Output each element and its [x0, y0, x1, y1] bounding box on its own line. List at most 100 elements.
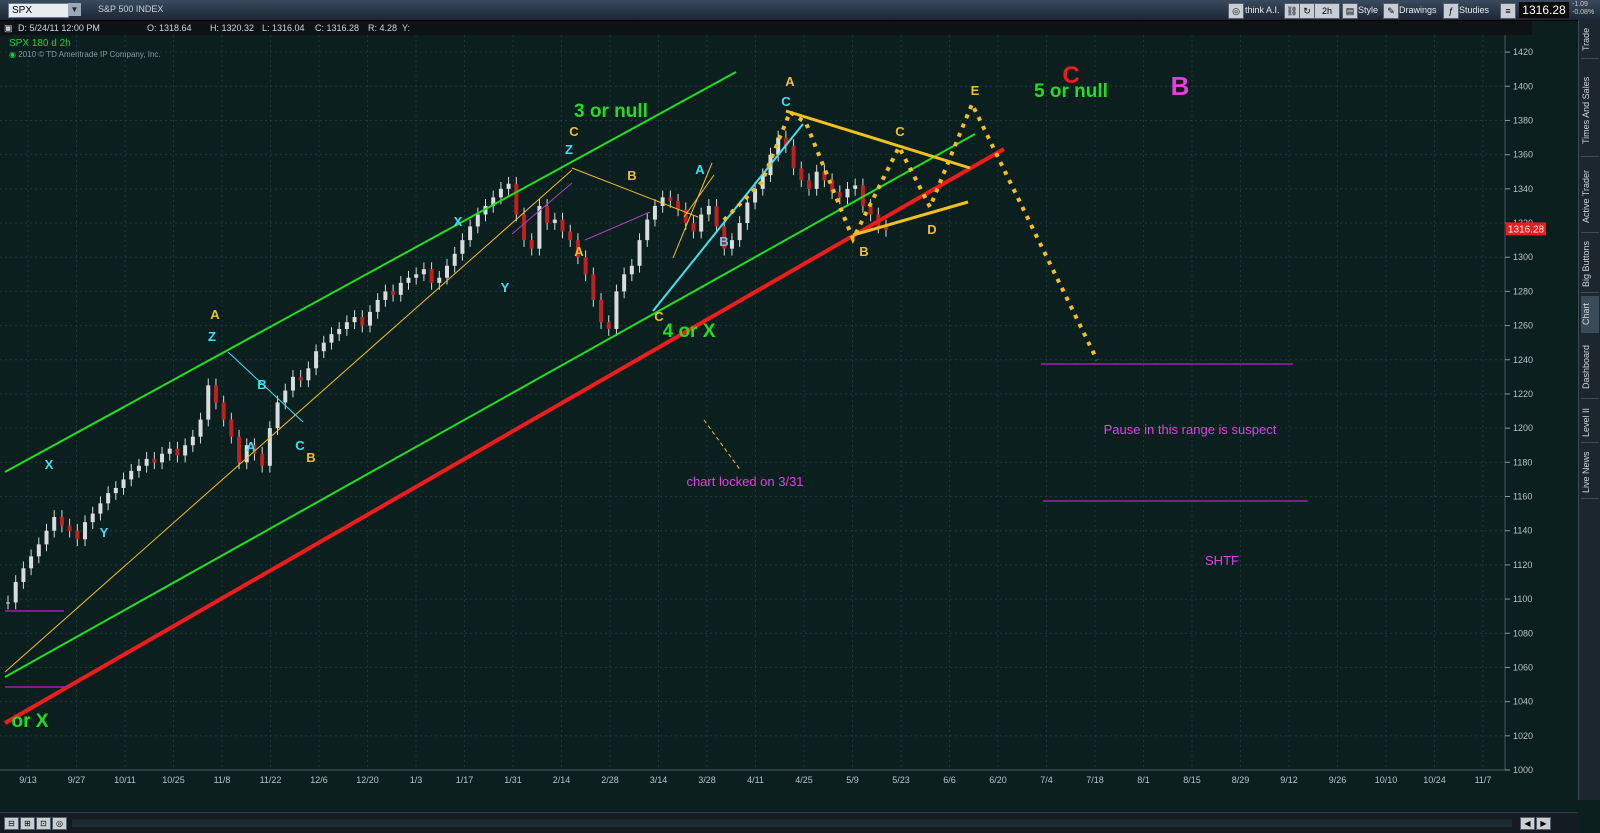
- x-tick-label: 12/6: [310, 775, 328, 785]
- x-tick-label: 6/20: [989, 775, 1007, 785]
- candle-body: [560, 219, 565, 232]
- x-tick-label: 8/15: [1183, 775, 1201, 785]
- x-tick-label: 9/27: [68, 775, 86, 785]
- zoom-out-icon[interactable]: ⊟: [4, 817, 19, 830]
- wave-letter: C: [295, 438, 305, 453]
- y-tick-label: 1060: [1513, 662, 1533, 672]
- wave-letter: A: [695, 162, 705, 177]
- candle-body: [298, 376, 303, 381]
- candle-body: [383, 291, 388, 300]
- candle-body: [475, 214, 480, 227]
- x-tick-label: 3/14: [650, 775, 668, 785]
- wave-letter: Y: [501, 280, 510, 295]
- symbol-dropdown-icon[interactable]: ▼: [68, 3, 81, 16]
- zoom-reset-icon[interactable]: ◎: [52, 817, 67, 830]
- label-big-b: B: [1171, 71, 1190, 101]
- style-icon[interactable]: ▤: [1342, 3, 1358, 19]
- candle-body: [599, 299, 604, 323]
- menu-icon[interactable]: ≡: [1500, 3, 1516, 19]
- candle-body: [352, 317, 357, 323]
- x-tick-label: 1/17: [456, 775, 474, 785]
- sidebar-tab-live-news[interactable]: Live News: [1581, 446, 1599, 499]
- x-tick-label: 10/11: [114, 775, 136, 785]
- sidebar-tab-level-ii[interactable]: Level II: [1581, 402, 1599, 443]
- price-change-points: -1.09: [1572, 1, 1588, 8]
- wave-letter: Z: [565, 142, 573, 157]
- x-tick-label: 5/23: [892, 775, 910, 785]
- sidebar-tab-chart[interactable]: Chart: [1581, 296, 1599, 333]
- candle-body: [360, 317, 365, 326]
- candle-body: [506, 183, 511, 189]
- candle-body: [814, 171, 819, 189]
- thinkai-button[interactable]: think A.I.: [1245, 3, 1280, 17]
- note-chart-locked: chart locked on 3/31: [686, 474, 803, 489]
- x-tick-label: 6/6: [943, 775, 956, 785]
- x-tick-label: 11/7: [1475, 775, 1492, 785]
- price-chart[interactable]: C B 3 or null 5 or null 4 or X or X A Z …: [0, 35, 1578, 812]
- candle-body: [845, 188, 850, 198]
- x-tick-label: 11/8: [214, 775, 231, 785]
- interval-button[interactable]: 2h: [1314, 3, 1340, 19]
- candle-body: [98, 503, 103, 514]
- wave-letter: B: [306, 450, 315, 465]
- scroll-right-icon[interactable]: ▶: [1536, 817, 1551, 830]
- drawings-icon[interactable]: ✎: [1383, 3, 1399, 19]
- candle-body: [329, 334, 334, 343]
- y-tick-label: 1380: [1513, 115, 1533, 125]
- candle-body: [745, 202, 750, 224]
- settings-icon[interactable]: ▣: [4, 21, 13, 35]
- copyright-icon: ◉: [9, 50, 16, 59]
- sidebar-tab-big-buttons[interactable]: Big Buttons: [1581, 236, 1599, 293]
- label-4-or-x: 4 or X: [663, 321, 716, 342]
- candle-body: [183, 445, 188, 456]
- link-icon[interactable]: ⛓: [1284, 3, 1300, 19]
- candle-body: [59, 517, 64, 526]
- zoom-fit-icon[interactable]: ⊡: [36, 817, 51, 830]
- wave-letter: B: [627, 168, 636, 183]
- ohlc-info-bar: ▣ D: 5/24/11 12:00 PM O: 1318.64 H: 1320…: [0, 21, 1532, 35]
- scroll-left-icon[interactable]: ◀: [1520, 817, 1535, 830]
- candle-body: [668, 197, 673, 201]
- y-tick-label: 1300: [1513, 252, 1533, 262]
- price-change-percent: -0.08%: [1572, 9, 1595, 16]
- candle-body: [75, 530, 80, 540]
- candle-body: [583, 257, 588, 275]
- scroll-track[interactable]: [72, 819, 1512, 827]
- studies-menu[interactable]: Studies: [1459, 3, 1489, 17]
- candle-body: [106, 493, 111, 504]
- y-tick-label: 1180: [1513, 457, 1532, 467]
- sidebar-tab-active-trader[interactable]: Active Trader: [1581, 160, 1599, 233]
- drawings-menu[interactable]: Drawings: [1399, 3, 1437, 17]
- wave-letter: Y: [100, 525, 109, 540]
- sync-icon[interactable]: ↻: [1299, 3, 1315, 19]
- x-tick-label: 1/3: [410, 775, 423, 785]
- x-tick-label: 2/14: [553, 775, 571, 785]
- sidebar-tab-trade[interactable]: Trade: [1581, 20, 1599, 59]
- zoom-in-icon[interactable]: ⊞: [20, 817, 35, 830]
- y-tick-label: 1100: [1513, 594, 1532, 604]
- symbol-input[interactable]: SPX: [8, 3, 69, 18]
- y-tick-label: 1020: [1513, 731, 1533, 741]
- candle-body: [676, 200, 681, 210]
- candle-body: [337, 329, 342, 335]
- wave-letter: A: [210, 307, 220, 322]
- candle-body: [398, 282, 403, 295]
- x-tick-label: 8/29: [1232, 775, 1250, 785]
- wave-letter: C: [895, 124, 905, 139]
- candle-body: [714, 205, 719, 227]
- studies-icon[interactable]: ƒ: [1443, 3, 1459, 19]
- candle-body: [21, 568, 26, 582]
- thinkai-icon[interactable]: ◎: [1228, 3, 1244, 19]
- candle-body: [414, 274, 419, 278]
- candle-body: [113, 487, 118, 494]
- candle-body: [445, 265, 449, 278]
- candle-body: [260, 453, 265, 466]
- candle-body: [344, 322, 349, 329]
- info-y: Y:: [402, 23, 411, 33]
- sidebar-tab-dashboard[interactable]: Dashboard: [1581, 336, 1599, 399]
- style-menu[interactable]: Style: [1358, 3, 1378, 17]
- x-tick-label: 10/10: [1375, 775, 1398, 785]
- copyright-text: ◉ 2010 © TD Ameritrade IP Company, Inc.: [9, 50, 161, 59]
- sidebar-tab-times-and-sales[interactable]: Times And Sales: [1581, 64, 1599, 157]
- x-tick-label: 10/25: [162, 775, 185, 785]
